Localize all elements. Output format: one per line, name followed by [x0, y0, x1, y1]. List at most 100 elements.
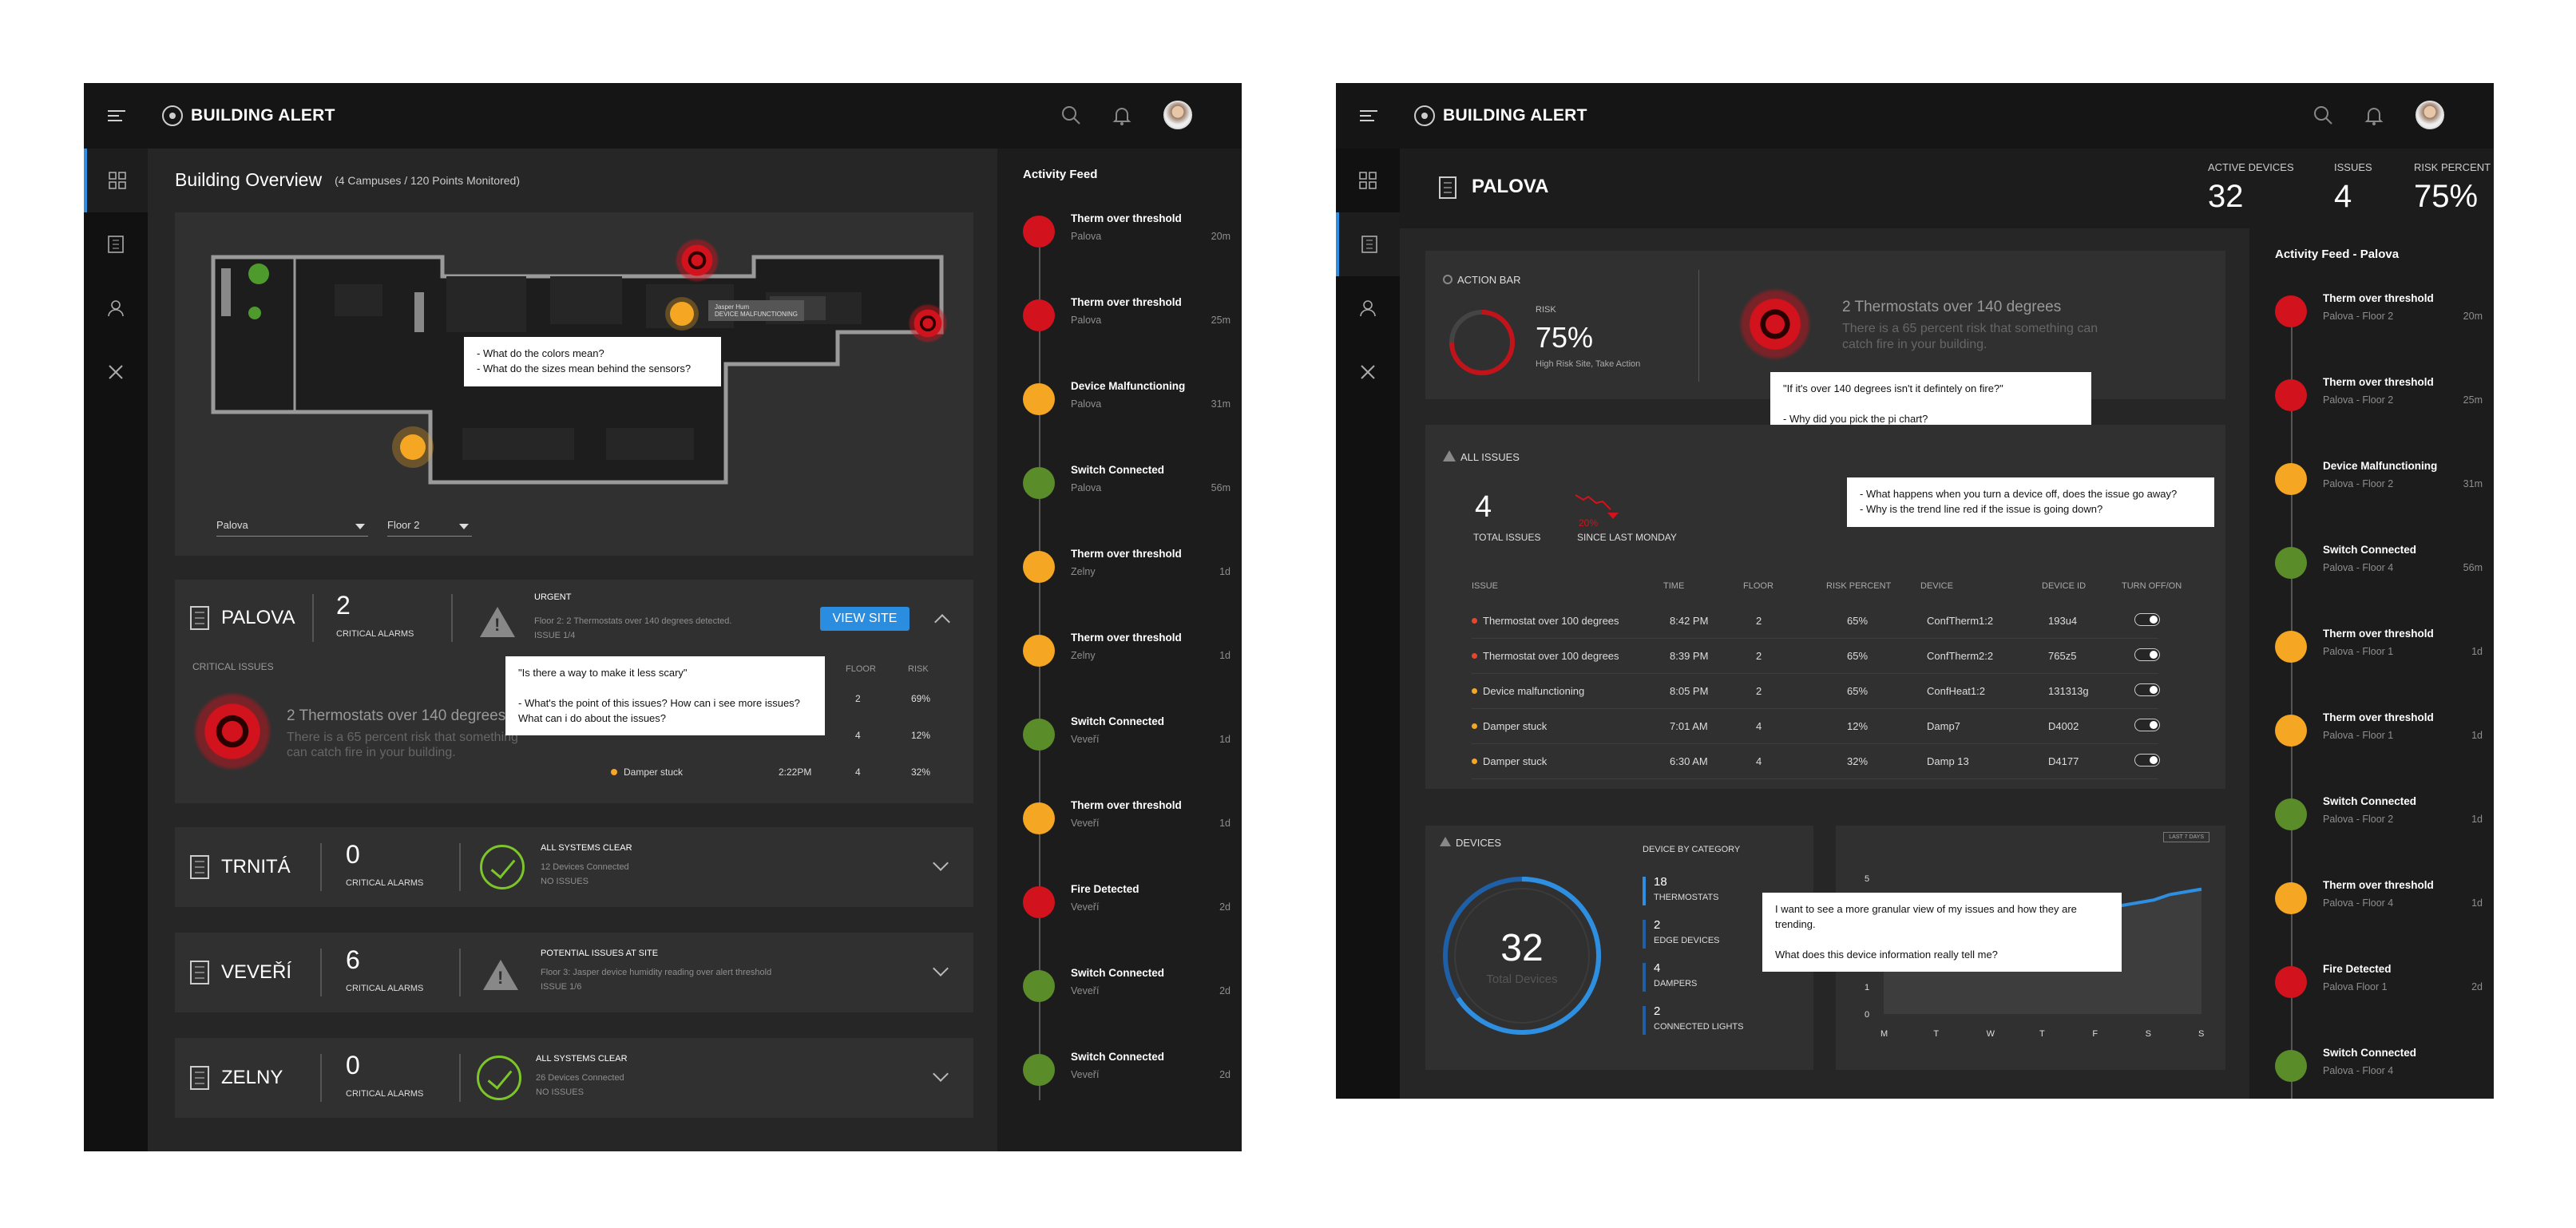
feed-item[interactable]: Device Malfunctioning Palova 31m [1023, 380, 1231, 452]
stat-label: ISSUES [2334, 161, 2372, 173]
page-subtitle: (4 Campuses / 120 Points Monitored) [335, 173, 520, 187]
campus-card-palova[interactable]: PALOVA 2 CRITICAL ALARMS URGENT Floor 2:… [175, 580, 973, 803]
issue-count: ISSUE 1/6 [541, 982, 582, 992]
map-tooltip-sub: DEVICE MALFUNCTIONING [715, 311, 799, 318]
sidebar-item-users[interactable] [1336, 276, 1400, 340]
x-tick-label: T [1933, 1029, 1939, 1039]
feed-item[interactable]: Switch Connected Palova - Floor 4 56m [2275, 544, 2483, 616]
search-icon[interactable] [1060, 104, 1082, 126]
divider [1698, 270, 1699, 382]
feed-item-place: Palova - Floor 4 [2323, 897, 2394, 909]
power-toggle[interactable] [2134, 719, 2160, 731]
status-dot-icon [2275, 463, 2307, 495]
alarm-label: CRITICAL ALARMS [346, 878, 424, 888]
feed-item[interactable]: Therm over threshold Palova - Floor 1 1d [2275, 628, 2483, 699]
feed-item[interactable]: Therm over threshold Zelny 1d [1023, 632, 1231, 703]
feed-item[interactable]: Switch Connected Veveří 2d [1023, 967, 1231, 1039]
view-site-button[interactable]: VIEW SITE [820, 607, 910, 631]
sensor-green-2[interactable] [248, 307, 261, 319]
sidebar-item-buildings[interactable] [1336, 212, 1400, 276]
row-risk: 32% [911, 767, 931, 778]
table-cell: 2 [1756, 615, 1762, 627]
feed-item[interactable]: Device Malfunctioning Palova - Floor 2 31m [2275, 460, 2483, 532]
feed-item[interactable]: Therm over threshold Palova 25m [1023, 296, 1231, 368]
total-issues: 4 [1475, 490, 1492, 524]
feed-item-title: Therm over threshold [2323, 628, 2434, 640]
sidebar-item-tools[interactable] [1336, 340, 1400, 404]
feed-item-place: Palova - Floor 2 [2323, 478, 2394, 489]
table-cell: ConfTherm1:2 [1927, 615, 1994, 627]
status-dot-icon [1023, 551, 1055, 583]
chevron-up-icon[interactable] [934, 614, 950, 630]
feed-item[interactable]: Switch Connected Veveří 1d [1023, 715, 1231, 787]
issue-sub: There is a 65 percent risk that somethin… [287, 731, 518, 760]
power-toggle[interactable] [2134, 648, 2160, 661]
chevron-down-icon[interactable] [933, 1066, 949, 1082]
feed-item-time: 1d [1219, 650, 1231, 661]
feed-item-place: Veveří [1071, 901, 1100, 913]
critical-issues-label: CRITICAL ISSUES [192, 661, 274, 672]
floor-select[interactable]: Floor 2 [387, 519, 472, 537]
avatar[interactable] [1163, 101, 1192, 129]
avatar[interactable] [2415, 101, 2444, 129]
sidebar-item-dashboard[interactable] [1336, 149, 1400, 212]
logo-icon [162, 105, 183, 126]
status-dot-icon [2275, 379, 2307, 411]
campus-card-trnita[interactable]: TRNITÁ 0 CRITICAL ALARMS ALL SYSTEMS CLE… [175, 827, 973, 907]
devices-card: DEVICES 32 Total Devices DEVICE BY CATEG… [1425, 826, 1813, 1070]
app-logo[interactable]: BUILDING ALERT [162, 105, 335, 126]
sensor-green-1[interactable] [248, 263, 269, 284]
feed-item[interactable]: Switch Connected Palova - Floor 2 1d [2275, 795, 2483, 867]
sensor-yellow-1[interactable] [670, 302, 694, 326]
note-palova: "Is there a way to make it less scary" -… [505, 656, 825, 736]
status-dot [611, 769, 617, 775]
feed-item[interactable]: Fire Detected Palova Floor 1 2d [2275, 963, 2483, 1035]
campus-select[interactable]: Palova [216, 519, 368, 537]
sidebar-item-tools[interactable] [84, 340, 148, 404]
feed-item[interactable]: Switch Connected Palova - Floor 4 [2275, 1047, 2483, 1099]
feed-item[interactable]: Therm over threshold Palova - Floor 1 1d [2275, 711, 2483, 783]
feed-item[interactable]: Switch Connected Veveří 2d [1023, 1051, 1231, 1123]
sidebar-item-buildings[interactable] [84, 212, 148, 276]
feed-item[interactable]: Switch Connected Palova 56m [1023, 464, 1231, 536]
chevron-down-icon[interactable] [933, 961, 949, 976]
warning-icon [1440, 837, 1451, 846]
campus-card-veveri[interactable]: VEVEŘÍ 6 CRITICAL ALARMS POTENTIAL ISSUE… [175, 933, 973, 1012]
y-tick-label: 0 [1865, 1010, 1869, 1020]
bell-icon[interactable] [2363, 104, 2385, 126]
sidebar [84, 149, 148, 1151]
search-icon[interactable] [2312, 104, 2334, 126]
range-button[interactable]: LAST 7 DAYS [2163, 832, 2209, 842]
sensor-red-1[interactable] [675, 238, 719, 283]
feed-item-time: 1d [2471, 814, 2483, 825]
power-toggle[interactable] [2134, 754, 2160, 767]
menu-icon[interactable] [1360, 107, 1377, 125]
menu-icon[interactable] [108, 107, 125, 125]
feed-item[interactable]: Fire Detected Veveří 2d [1023, 883, 1231, 955]
sensor-red-2[interactable] [908, 303, 948, 343]
sidebar-item-users[interactable] [84, 276, 148, 340]
feed-item[interactable]: Therm over threshold Palova - Floor 2 25m [2275, 376, 2483, 448]
power-toggle[interactable] [2134, 683, 2160, 696]
feed-item[interactable]: Therm over threshold Palova 20m [1023, 212, 1231, 284]
status-dot-icon [1023, 216, 1055, 248]
feed-item[interactable]: Therm over threshold Palova - Floor 2 20m [2275, 292, 2483, 364]
grid-icon [109, 172, 126, 189]
app-logo[interactable]: BUILDING ALERT [1414, 105, 1587, 126]
feed-item[interactable]: Therm over threshold Palova - Floor 4 1d [2275, 879, 2483, 951]
feed-item[interactable]: Therm over threshold Zelny 1d [1023, 548, 1231, 620]
x-tick-label: S [2198, 1029, 2204, 1039]
table-cell: ConfTherm2:2 [1927, 650, 1994, 662]
sidebar-item-dashboard[interactable] [84, 149, 148, 212]
feed-item[interactable]: Therm over threshold Veveří 1d [1023, 799, 1231, 871]
power-toggle[interactable] [2134, 613, 2160, 626]
chevron-down-icon[interactable] [933, 855, 949, 871]
sensor-yellow-2[interactable] [400, 434, 426, 460]
bell-icon[interactable] [1111, 104, 1133, 126]
x-tick-label: S [2146, 1029, 2151, 1039]
campus-card-zelny[interactable]: ZELNY 0 CRITICAL ALARMS ALL SYSTEMS CLEA… [175, 1038, 973, 1118]
warning-icon [480, 607, 515, 637]
category-bar [1643, 877, 1646, 905]
issue-count: ISSUE 1/4 [534, 631, 576, 640]
alert-sub: There is a 65 percent risk that somethin… [1842, 322, 2098, 351]
